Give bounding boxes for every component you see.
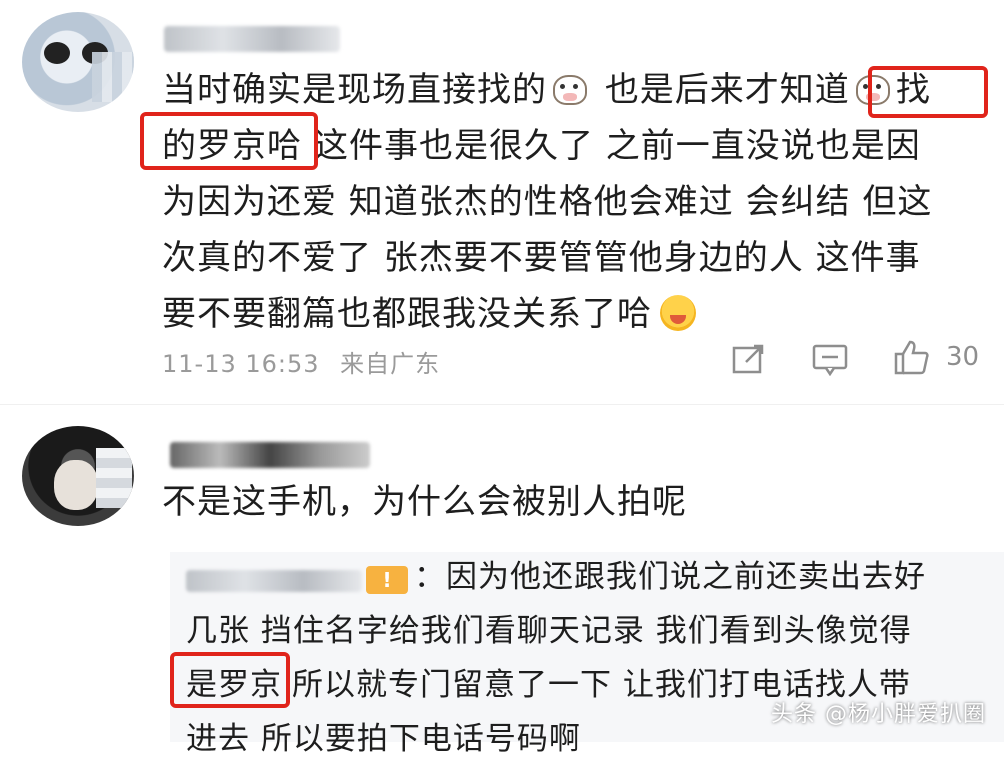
comment-1-text: 当时确实是现场直接找的 也是后来才知道找 的罗京哈 这件事也是很久了 之前一直没说… — [162, 62, 982, 342]
username-blurred[interactable] — [170, 442, 370, 468]
reply-line-2: 几张 挡住名字给我们看聊天记录 我们看到头像觉得 — [186, 613, 912, 649]
highlight-box — [868, 66, 988, 118]
cow-emoji — [553, 75, 587, 105]
share-icon[interactable] — [732, 344, 766, 374]
comment-1-line-4: 次真的不爱了 张杰要不要管管他身边的人 这件事 — [162, 238, 921, 278]
location: 来自广东 — [340, 350, 441, 378]
like-count: 30 — [946, 342, 980, 372]
comment-icon[interactable] — [812, 344, 848, 376]
avatar[interactable] — [22, 426, 134, 526]
comment-1-meta: 11-13 16:53 来自广东 — [162, 344, 440, 379]
comment-divider — [0, 404, 1004, 405]
comment-1-line-5: 要不要翻篇也都跟我没关系了哈 — [162, 286, 982, 342]
comment-1-line-1: 当时确实是现场直接找的 也是后来才知道找 — [162, 70, 931, 110]
highlight-box — [140, 112, 318, 170]
watermark: 头条 @杨小胖爱扒圈 — [771, 702, 986, 727]
comment-1-line-3: 为因为还爱 知道张杰的性格他会难过 会纠结 但这 — [162, 182, 933, 222]
reply-text: ：因为他还跟我们说之前还卖出去好 几张 挡住名字给我们看聊天记录 我们看到头像觉… — [186, 550, 986, 766]
comment-2-text: 不是这手机，为什么会被别人拍呢 — [162, 482, 687, 522]
laughing-face-emoji — [660, 295, 696, 331]
username-blurred[interactable] — [164, 26, 340, 52]
timestamp: 11-13 16:53 — [162, 350, 320, 378]
thumbs-up-icon[interactable] — [892, 338, 930, 376]
reply-line-1: ：因为他还跟我们说之前还卖出去好 — [414, 559, 926, 595]
avatar[interactable] — [22, 12, 134, 112]
highlight-box — [170, 652, 290, 708]
